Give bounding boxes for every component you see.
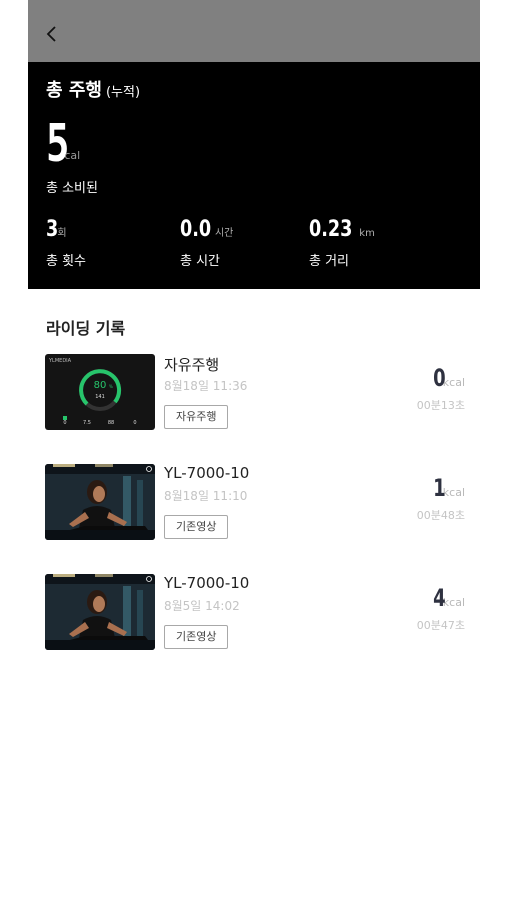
ride-calories: 4kcal xyxy=(429,584,465,612)
calories-value-group: 5cal xyxy=(46,114,80,174)
stat-time: 0.0 시간 총 시간 xyxy=(180,217,234,269)
cycling-photo-image xyxy=(45,464,155,540)
summary-panel: 총 주행 (누적) 5cal 총 소비된 3회 총 횟수 0.0 시간 총 시간 0… xyxy=(28,62,480,289)
ride-date: 8월18일 11:10 xyxy=(164,489,248,503)
records-title: 라이딩 기록 xyxy=(46,319,126,338)
ride-record[interactable]: YLMEDIA 80 % 141 0 7.5 88 0 자유주행 8월18일 1… xyxy=(45,354,465,430)
thumb-stat-1: 0 xyxy=(63,420,66,426)
ride-name: YL-7000-10 xyxy=(164,464,250,482)
thumb-gauge-sub: 141 xyxy=(95,394,105,400)
thumb-stat-4: 0 xyxy=(133,420,136,426)
thumb-gauge-value: 80 xyxy=(94,380,107,391)
ride-type-button[interactable]: 기존영상 xyxy=(164,625,229,649)
dashboard-thumbnail-image: YLMEDIA 80 % 141 0 7.5 88 0 xyxy=(45,354,155,430)
summary-title: 총 주행 (누적) xyxy=(46,76,140,102)
back-button[interactable] xyxy=(40,22,64,46)
thumb-stat-3: 88 xyxy=(108,420,114,426)
ride-name: 자유주행 xyxy=(164,356,220,374)
stat-count-value: 3 xyxy=(46,217,59,242)
ride-record[interactable]: YL-7000-10 8월18일 11:10 기존영상 1kcal 00분48초 xyxy=(45,464,465,540)
ride-duration: 00분48초 xyxy=(416,509,465,522)
ride-calories: 0kcal xyxy=(429,364,465,392)
chevron-left-icon xyxy=(46,26,56,42)
stat-time-value: 0.0 xyxy=(180,217,212,242)
stat-count-unit: 회 xyxy=(57,228,67,239)
stat-distance-label: 총 거리 xyxy=(309,254,350,269)
ride-calories: 1kcal xyxy=(429,474,465,502)
stat-time-unit: 시간 xyxy=(214,228,234,239)
ride-kcal-value: 0 xyxy=(433,364,446,392)
ride-type-button[interactable]: 기존영상 xyxy=(164,515,229,539)
calories-unit: cal xyxy=(64,149,81,162)
ride-kcal-unit: kcal xyxy=(442,376,465,389)
stat-distance: 0.23 km 총 거리 xyxy=(309,217,375,269)
ride-duration: 00분47초 xyxy=(416,619,465,632)
ride-record[interactable]: YL-7000-10 8월5일 14:02 기존영상 4kcal 00분47초 xyxy=(45,574,465,650)
ride-duration: 00분13초 xyxy=(416,399,465,412)
ride-thumbnail[interactable] xyxy=(45,574,155,650)
summary-title-sub: (누적) xyxy=(105,85,141,100)
ride-date: 8월18일 11:36 xyxy=(164,379,248,393)
top-bar xyxy=(28,0,480,62)
stat-count-label: 총 횟수 xyxy=(46,254,87,269)
ride-kcal-unit: kcal xyxy=(442,486,465,499)
thumb-stat-2: 7.5 xyxy=(83,420,91,426)
calories-value: 5 xyxy=(46,114,70,174)
ride-type-button[interactable]: 자유주행 xyxy=(164,405,229,429)
cycling-photo-image xyxy=(45,574,155,650)
calories-label: 총 소비된 xyxy=(46,181,98,196)
stat-time-label: 총 시간 xyxy=(180,254,221,269)
thumb-gauge-unit: % xyxy=(109,384,113,389)
ride-date: 8월5일 14:02 xyxy=(164,599,240,613)
ride-kcal-value: 1 xyxy=(433,474,446,502)
app-screen: 총 주행 (누적) 5cal 총 소비된 3회 총 횟수 0.0 시간 총 시간 0… xyxy=(28,0,480,900)
thumb-brand: YLMEDIA xyxy=(48,358,72,364)
ride-name: YL-7000-10 xyxy=(164,574,250,592)
stat-distance-value: 0.23 xyxy=(309,217,353,242)
ride-kcal-value: 4 xyxy=(433,584,446,612)
ride-kcal-unit: kcal xyxy=(442,596,465,609)
summary-title-main: 총 주행 xyxy=(46,80,102,101)
stat-count: 3회 총 횟수 xyxy=(46,217,86,269)
stat-distance-unit: km xyxy=(359,228,375,239)
ride-thumbnail[interactable] xyxy=(45,464,155,540)
ride-thumbnail[interactable]: YLMEDIA 80 % 141 0 7.5 88 0 xyxy=(45,354,155,430)
